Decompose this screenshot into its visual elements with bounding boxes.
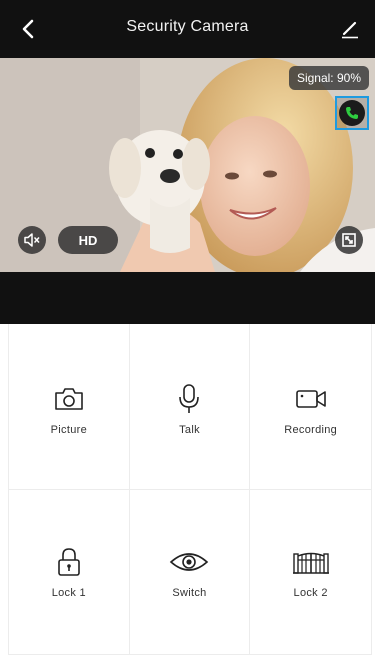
recording-label: Recording	[284, 423, 338, 436]
camera-video-feed[interactable]	[0, 58, 375, 272]
camera-icon	[55, 387, 83, 410]
signal-strength-badge: Signal: 90%	[288, 66, 369, 90]
fullscreen-icon	[342, 233, 356, 247]
switch-label: Switch	[172, 587, 207, 599]
recording-button[interactable]: Recording	[250, 324, 371, 490]
call-button[interactable]	[335, 96, 369, 130]
page-title: Security Camera	[126, 18, 249, 35]
gate-icon	[292, 552, 329, 574]
lock-1-label: Lock 1	[51, 587, 86, 599]
eye-icon	[170, 553, 209, 571]
action-grid: Picture Talk Recording Lock 1 Switch Loc…	[8, 324, 372, 655]
video-bottom-bar	[0, 272, 375, 324]
picture-button[interactable]: Picture	[9, 324, 130, 490]
padlock-icon	[58, 548, 80, 576]
quality-toggle-button[interactable]: HD	[58, 226, 118, 254]
pencil-icon	[342, 21, 358, 39]
phone-icon	[346, 107, 358, 119]
fullscreen-button[interactable]	[335, 226, 363, 254]
video-frame-image	[0, 58, 375, 272]
top-bar: Security Camera	[0, 0, 375, 58]
talk-button[interactable]: Talk	[129, 324, 251, 490]
video-camera-icon	[295, 389, 326, 408]
speaker-mute-icon	[24, 233, 40, 247]
talk-label: Talk	[179, 423, 200, 436]
microphone-icon	[179, 383, 200, 413]
lock-2-button[interactable]: Lock 2	[250, 490, 371, 655]
picture-label: Picture	[50, 423, 87, 436]
edit-button[interactable]	[337, 16, 363, 42]
lock-1-button[interactable]: Lock 1	[9, 490, 130, 655]
mute-button[interactable]	[18, 226, 46, 254]
switch-button[interactable]: Switch	[129, 490, 251, 655]
lock-2-label: Lock 2	[293, 587, 328, 599]
